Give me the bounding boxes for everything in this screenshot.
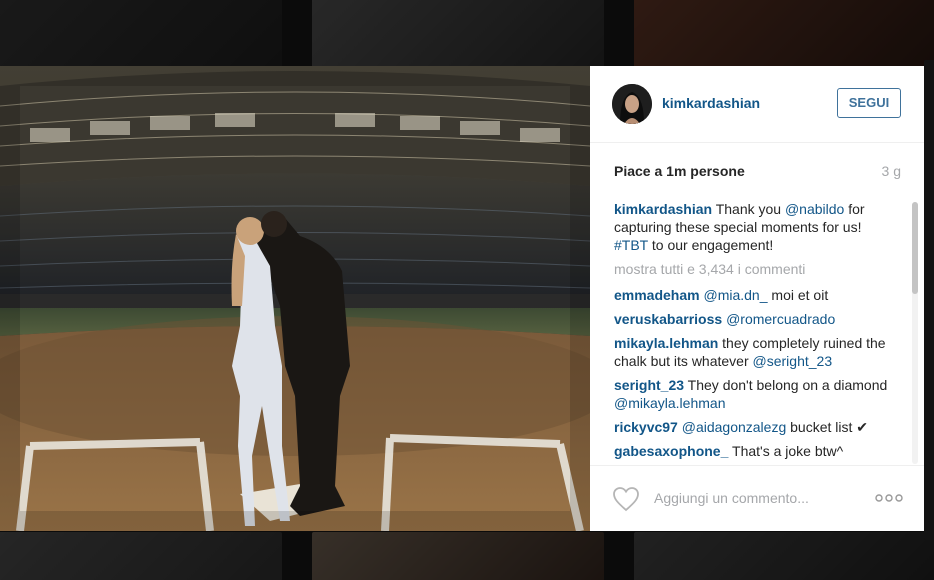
comment-input[interactable]: [652, 486, 852, 510]
comment-item: gabesaxophone_ That's a joke btw^: [614, 442, 896, 460]
caption-text: Thank you: [712, 201, 785, 217]
comment-mention[interactable]: @mikayla.lehman: [614, 395, 725, 411]
scrollbar-thumb[interactable]: [912, 202, 918, 294]
avatar[interactable]: [612, 84, 652, 124]
comment-mention[interactable]: @mia.dn_: [703, 287, 767, 303]
post-header: kimkardashian SEGUI: [590, 66, 924, 143]
comment-text: That's a joke btw^: [728, 443, 844, 459]
likes-count[interactable]: Piace a 1m persone: [614, 163, 745, 179]
caption: kimkardashian Thank you @nabildo for cap…: [614, 200, 896, 254]
caption-text: to our engagement!: [647, 237, 774, 253]
comment-username[interactable]: rickyvc97: [614, 419, 678, 435]
profile-picture: [612, 84, 652, 124]
comments-scrollbar[interactable]: [912, 202, 918, 464]
comment-text: bucket list ✔: [786, 419, 869, 435]
post-username[interactable]: kimkardashian: [662, 95, 760, 111]
comment-item: rickyvc97 @aidagonzalezg bucket list ✔: [614, 418, 896, 436]
post-footer: [590, 465, 924, 532]
post-details-panel: kimkardashian SEGUI Piace a 1m persone 3…: [590, 66, 924, 531]
post-photo[interactable]: [0, 66, 590, 531]
heart-icon[interactable]: [612, 486, 640, 512]
comment-item: emmadeham @mia.dn_ moi et oit: [614, 286, 896, 304]
comment-username[interactable]: seright_23: [614, 377, 684, 393]
comment-item: seright_23 They don't belong on a diamon…: [614, 376, 896, 412]
comment-text: moi et oit: [767, 287, 829, 303]
caption-hashtag[interactable]: #TBT: [614, 237, 648, 253]
comment-text: They don't belong on a diamond: [684, 377, 888, 393]
comment-mention[interactable]: @romercuadrado: [726, 311, 835, 327]
load-all-comments-link[interactable]: mostra tutti e 3,434 i commenti: [614, 260, 896, 278]
more-options-icon[interactable]: [874, 490, 904, 506]
comment-username[interactable]: emmadeham: [614, 287, 700, 303]
caption-mention[interactable]: @nabildo: [785, 201, 844, 217]
likes-row: Piace a 1m persone 3 g: [614, 163, 901, 183]
follow-button[interactable]: SEGUI: [837, 88, 901, 118]
comment-item: veruskabarrioss @romercuadrado: [614, 310, 896, 328]
comment-item: mikayla.lehman they completely ruined th…: [614, 334, 896, 370]
comment-username[interactable]: veruskabarrioss: [614, 311, 722, 327]
comments-list[interactable]: kimkardashian Thank you @nabildo for cap…: [614, 200, 896, 464]
comment-mention[interactable]: @aidagonzalezg: [682, 419, 787, 435]
post-modal: kimkardashian SEGUI Piace a 1m persone 3…: [0, 66, 924, 531]
comment-username[interactable]: mikayla.lehman: [614, 335, 718, 351]
stadium-photo: [0, 66, 590, 531]
comment-mention[interactable]: @seright_23: [753, 353, 833, 369]
caption-username[interactable]: kimkardashian: [614, 201, 712, 217]
comment-username[interactable]: gabesaxophone_: [614, 443, 728, 459]
post-time[interactable]: 3 g: [882, 163, 901, 179]
